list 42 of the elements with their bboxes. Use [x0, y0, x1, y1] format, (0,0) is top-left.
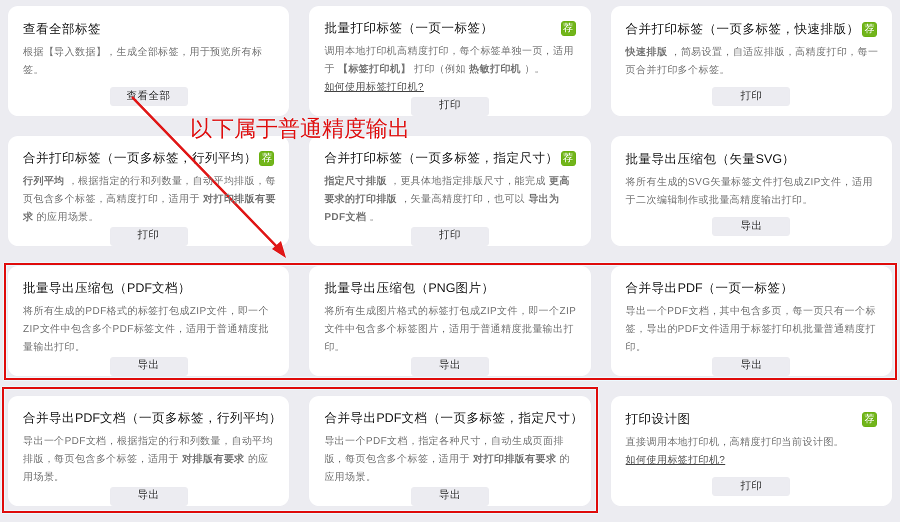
card-title: 批量导出压缩包（矢量SVG）: [626, 150, 796, 168]
action-button[interactable]: 导出: [410, 486, 489, 506]
card-description: 快速排版 ，简易设置，自适应排版，高精度打印，每一页合并打印多个标签。: [626, 46, 880, 78]
action-button[interactable]: 导出: [712, 217, 790, 236]
recommended-badge: 荐: [560, 150, 576, 166]
card-title: 合并导出PDF文档（一页多标签，指定尺寸）: [324, 410, 584, 427]
card-title: 批量导出压缩包（PDF文档）: [23, 280, 191, 297]
card-title: 合并导出PDF（一页一标签）: [626, 280, 794, 297]
card-description: 指定尺寸排版 ，更具体地指定排版尺寸，能完成 更高要求的打印排版 ，矢量高精度打印，也可以 导出为PDF文档 。: [324, 174, 571, 225]
action-button[interactable]: 打印: [410, 226, 489, 246]
recommended-badge: 荐: [560, 20, 576, 36]
action-button[interactable]: 导出: [110, 486, 188, 506]
card-description: 将所有生成图片格式的标签打包成ZIP文件，即一个ZIP文件中包含多个标签图片，适用于普通精度批量输出打印。: [324, 304, 578, 355]
help-link[interactable]: 如何使用标签打印机?: [324, 82, 424, 93]
recommended-badge: 荐: [259, 150, 274, 166]
card-description: 根据【导入数据】，生成全部标签，用于预览所有标签。: [23, 46, 264, 78]
action-button[interactable]: 导出: [712, 356, 790, 376]
card-description: 导出一个PDF文档，其中包含多页，每一页只有一个标签，导出的PDF文件适用于标签打印机批量普通精度打印。: [626, 304, 877, 355]
card-title: 合并打印标签（一页多标签，快速排版）: [626, 20, 860, 38]
card-description: 将所有生成的PDF格式的标签打包成ZIP文件，即一个ZIP文件中包含多个PDF标签文件，适用于普通精度批量输出打印。: [23, 304, 270, 355]
action-button[interactable]: 导出: [110, 356, 188, 376]
card-description: 调用本地打印机高精度打印，每个标签单独一页，适用于 【标签打印机】 打印（例如 热敏打印机 ）。 如何使用标签打印机?: [324, 44, 575, 95]
recommended-badge: 荐: [862, 412, 877, 426]
card-description: 将所有生成的SVG矢量标签文件打包成ZIP文件，适用于二次编辑制作或批量高精度输出打印。: [626, 176, 874, 208]
card-title: 合并打印标签（一页多标签，指定尺寸）: [324, 150, 558, 167]
action-button[interactable]: 查看全部: [110, 87, 188, 106]
card-title: 批量打印标签（一页一标签）: [324, 20, 494, 37]
annotation-label: 以下属于普通精度输出: [190, 115, 410, 143]
card-description: 导出一个PDF文档，指定各种尺寸，自动生成页面排版，每页包含多个标签，适用于 对打印排版有要求 的应用场景。: [324, 434, 571, 485]
card-title: 查看全部标签: [23, 20, 101, 38]
action-button[interactable]: 打印: [712, 477, 790, 496]
action-button[interactable]: 打印: [410, 96, 489, 116]
card-title: 打印设计图: [626, 410, 691, 428]
action-button[interactable]: 导出: [410, 356, 489, 376]
card-title: 批量导出压缩包（PNG图片）: [324, 280, 494, 297]
recommended-badge: 荐: [862, 22, 877, 36]
action-button[interactable]: 打印: [110, 226, 188, 246]
card-description: 导出一个PDF文档，根据指定的行和列数量，自动平均排版，每页包含多个标签，适用于 对排版有要求 的应用场景。: [23, 434, 274, 485]
action-button[interactable]: 打印: [712, 87, 790, 106]
card-title: 合并导出PDF文档（一页多标签，行列平均）: [23, 410, 282, 427]
help-link[interactable]: 如何使用标签打印机?: [626, 455, 726, 466]
card-description: 直接调用本地打印机，高精度打印当前设计图。 如何使用标签打印机?: [626, 436, 846, 468]
